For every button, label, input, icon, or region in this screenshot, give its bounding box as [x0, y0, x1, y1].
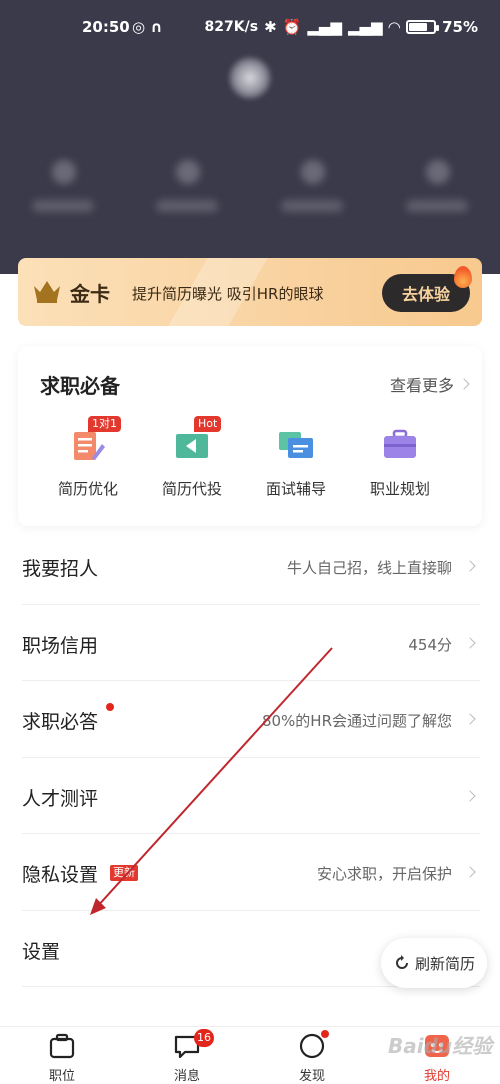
- profile-stat-3[interactable]: [277, 156, 347, 216]
- view-more-link[interactable]: 查看更多: [389, 372, 470, 396]
- network-speed: 827K/s: [204, 19, 259, 35]
- tab-label: 职位: [48, 1069, 75, 1084]
- settings-menu-list: 我要招人 牛人自己招，线上直接聊 职场信用 454分 求职必答 80%的HR会通…: [0, 528, 500, 987]
- status-right: 827K/s ✱ ⏰ ▂▄▆ ▂▄▆ ◠ 75%: [205, 18, 478, 36]
- discover-dot: [321, 1030, 329, 1038]
- menu-item-qa[interactable]: 求职必答 80%的HR会通过问题了解您: [22, 681, 480, 758]
- menu-item-value: 安心求职，开启保护: [316, 865, 452, 883]
- signal-icon: ▂▄▆: [307, 18, 342, 36]
- gold-card-description: 提升简历曝光 吸引HR的眼球: [132, 285, 324, 303]
- tab-label: 发现: [298, 1069, 325, 1084]
- gold-card-title: 金卡: [70, 282, 110, 306]
- resume-send-icon: Hot: [172, 416, 222, 464]
- refresh-resume-button[interactable]: 刷新简历: [381, 938, 487, 988]
- resume-optimize-icon: 1对1: [68, 416, 121, 464]
- tab-discover[interactable]: 发现: [272, 1030, 352, 1084]
- battery-percent: 75%: [442, 18, 478, 36]
- chevron-right-icon: [464, 789, 476, 802]
- watermark: Baidu经验: [388, 1034, 493, 1058]
- tab-label: 我的: [423, 1069, 450, 1084]
- status-bar: 20:50 ◎ ∩ 827K/s ✱ ⏰ ▂▄▆ ▂▄▆ ◠ 75%: [0, 16, 500, 42]
- menu-item-value: 牛人自己招，线上直接聊: [286, 559, 452, 577]
- crown-icon: [34, 281, 60, 303]
- menu-item-label: 人才测评: [22, 787, 99, 810]
- essentials-item-resume-optimize[interactable]: 1对1 简历优化: [48, 416, 128, 499]
- notification-icons: ◎ ∩: [132, 18, 163, 36]
- menu-item-label: 职场信用: [22, 634, 99, 657]
- chevron-right-icon: [464, 713, 476, 725]
- essentials-badge: 1对1: [88, 416, 121, 432]
- career-plan-icon: [380, 424, 420, 464]
- battery-icon: [406, 20, 440, 34]
- refresh-label: 刷新简历: [414, 954, 475, 973]
- menu-item-recruit[interactable]: 我要招人 牛人自己招，线上直接聊: [22, 528, 480, 605]
- job-essentials-card: 求职必备 查看更多 1对1 简历优化 Hot 简历代投 面试辅导 职业规划: [18, 346, 482, 526]
- refresh-icon: [396, 955, 408, 969]
- essentials-item-label: 简历优化: [57, 480, 118, 498]
- flame-icon: [454, 266, 472, 288]
- chevron-right-icon: [464, 636, 476, 649]
- essentials-item-career-plan[interactable]: 职业规划: [360, 424, 440, 499]
- unread-dot: [106, 703, 114, 711]
- battery-fill: [409, 23, 428, 31]
- bluetooth-icon: ✱: [264, 18, 277, 36]
- profile-stat-4[interactable]: [402, 156, 472, 216]
- avatar[interactable]: [228, 56, 272, 100]
- menu-item-credit[interactable]: 职场信用 454分: [22, 605, 480, 681]
- alarm-icon: ⏰: [282, 18, 302, 36]
- menu-item-label: 设置: [22, 940, 61, 963]
- wifi-icon: ◠: [388, 18, 401, 36]
- status-time: 20:50: [82, 18, 130, 36]
- view-more-label: 查看更多: [389, 376, 454, 395]
- chevron-right-icon: [464, 866, 476, 878]
- menu-item-label: 隐私设置: [22, 864, 99, 886]
- message-count-badge: 16: [194, 1029, 214, 1047]
- chevron-right-icon: [458, 378, 470, 390]
- discover-icon: [297, 1030, 329, 1061]
- essentials-item-resume-send[interactable]: Hot 简历代投: [152, 416, 232, 499]
- chevron-right-icon: [464, 560, 476, 572]
- gold-card-banner[interactable]: 金卡 提升简历曝光 吸引HR的眼球 去体验: [18, 258, 482, 326]
- message-icon: 16: [172, 1029, 214, 1061]
- menu-item-value: 80%的HR会通过问题了解您: [261, 712, 452, 730]
- tab-jobs[interactable]: 职位: [22, 1031, 102, 1084]
- menu-item-label: 我要招人: [22, 558, 99, 580]
- essentials-item-label: 面试辅导: [265, 480, 326, 498]
- profile-stat-1[interactable]: [28, 156, 98, 216]
- menu-item-assessment[interactable]: 人才测评: [22, 758, 480, 834]
- essentials-item-label: 职业规划: [369, 480, 430, 498]
- update-badge: 更新: [110, 865, 138, 881]
- menu-item-label: 求职必答: [22, 711, 99, 733]
- signal-icon-2: ▂▄▆: [347, 18, 383, 36]
- menu-item-value: 454分: [408, 635, 452, 654]
- interview-coach-icon: [276, 424, 316, 464]
- tab-label: 消息: [173, 1069, 200, 1084]
- profile-header: 20:50 ◎ ∩ 827K/s ✱ ⏰ ▂▄▆ ▂▄▆ ◠ 75%: [0, 0, 500, 274]
- profile-stat-2[interactable]: [152, 156, 222, 216]
- essentials-item-interview-coach[interactable]: 面试辅导: [256, 424, 336, 499]
- essentials-badge: Hot: [194, 416, 222, 432]
- menu-item-privacy[interactable]: 隐私设置 更新 安心求职，开启保护: [22, 834, 480, 911]
- essentials-item-label: 简历代投: [161, 480, 222, 498]
- tab-messages[interactable]: 16 消息: [147, 1029, 227, 1084]
- briefcase-icon: [47, 1031, 77, 1061]
- essentials-title: 求职必备: [40, 374, 120, 398]
